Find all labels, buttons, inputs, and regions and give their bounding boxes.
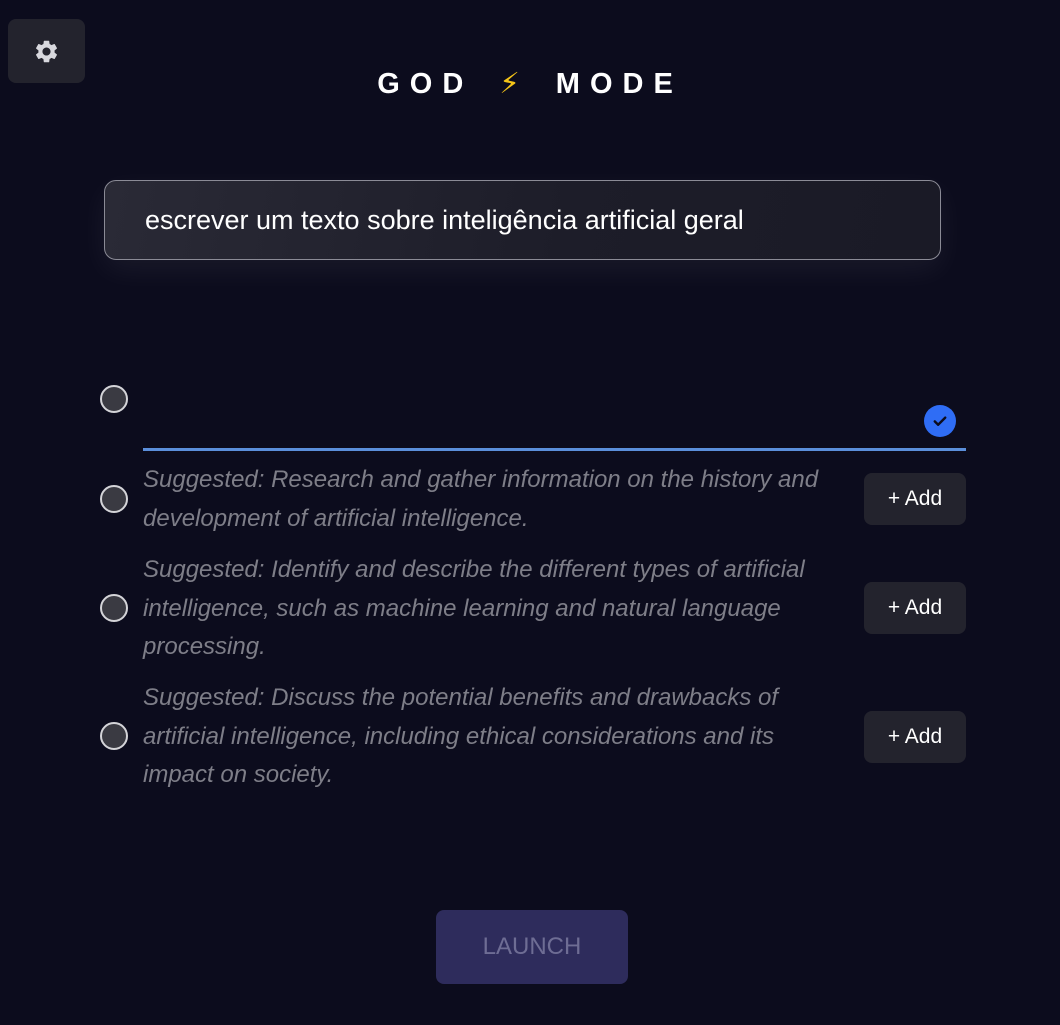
lightning-icon: ⚡ — [499, 68, 520, 100]
suggestion-radio[interactable] — [100, 485, 128, 513]
task-input-field[interactable] — [143, 380, 966, 451]
add-suggestion-button[interactable]: + Add — [864, 473, 966, 525]
task-radio[interactable] — [100, 385, 128, 413]
launch-button[interactable]: LAUNCH — [436, 910, 628, 984]
suggestion-radio[interactable] — [100, 722, 128, 750]
confirm-task-button[interactable] — [924, 405, 956, 437]
suggestion-text: Suggested: Identify and describe the dif… — [143, 556, 805, 660]
title-right: MODE — [555, 68, 683, 100]
page-title: GOD ⚡ MODE — [0, 64, 1060, 104]
suggestion-text: Suggested: Research and gather informati… — [143, 466, 819, 532]
task-input[interactable] — [143, 380, 907, 446]
suggestion-radio[interactable] — [100, 594, 128, 622]
suggestion-text: Suggested: Discuss the potential benefit… — [143, 684, 779, 788]
objective-input[interactable] — [143, 203, 902, 237]
add-suggestion-button[interactable]: + Add — [864, 582, 966, 634]
objective-field[interactable] — [104, 180, 941, 260]
gear-icon — [35, 40, 58, 62]
title-left: GOD — [377, 68, 474, 100]
check-icon — [933, 416, 947, 426]
add-suggestion-button[interactable]: + Add — [864, 711, 966, 763]
